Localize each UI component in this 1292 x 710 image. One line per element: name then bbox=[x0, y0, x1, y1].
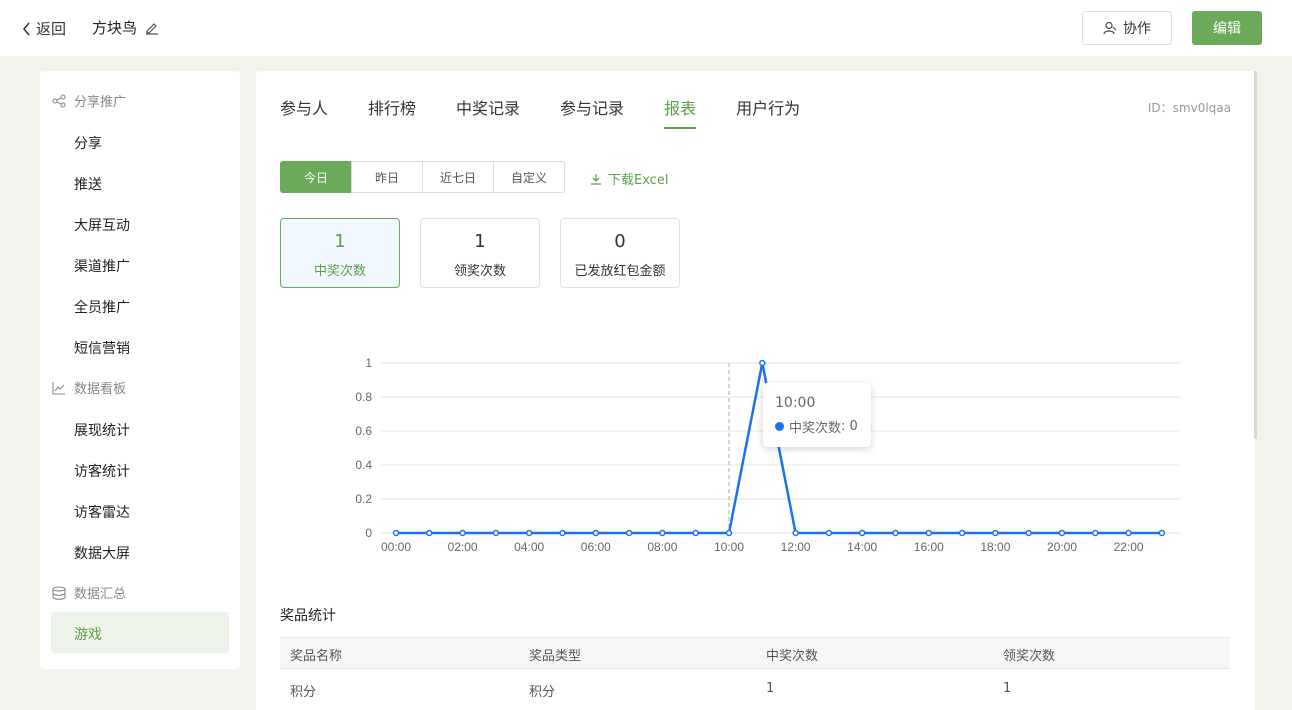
sidebar-item-bigscreen-interact[interactable]: 大屏互动 bbox=[74, 215, 130, 235]
collaborate-button[interactable]: 协作 bbox=[1082, 11, 1172, 45]
col-prize-type: 奖品类型 bbox=[529, 649, 582, 664]
scrollbar[interactable] bbox=[1254, 71, 1257, 439]
sidebar-item-impression-stats[interactable]: 展现统计 bbox=[74, 420, 130, 440]
x-tick-label: 20:00 bbox=[1047, 540, 1077, 554]
table-row: 积分 积分 1 1 bbox=[280, 669, 1230, 709]
data-point bbox=[559, 529, 566, 537]
user-collab-icon bbox=[1103, 21, 1117, 35]
data-point bbox=[625, 529, 633, 537]
tooltip-series: 中奖次数 bbox=[789, 421, 842, 436]
data-point bbox=[692, 529, 699, 537]
data-point bbox=[1092, 529, 1099, 537]
data-point bbox=[825, 529, 833, 537]
sidebar-item-staff[interactable]: 全员推广 bbox=[74, 297, 130, 317]
data-point bbox=[1158, 529, 1166, 537]
sidebar-group-label: 数据汇总 bbox=[74, 587, 127, 602]
tooltip-sep: : bbox=[841, 419, 850, 434]
line-chart-icon bbox=[52, 381, 65, 395]
prize-table: 奖品名称 奖品类型 中奖次数 领奖次数 积分 积分 1 1 bbox=[280, 637, 1230, 709]
y-tick-label: 0 bbox=[365, 526, 372, 540]
cell-claim-count: 1 bbox=[1003, 681, 1012, 696]
sidebar-group-label: 分享推广 bbox=[74, 95, 127, 110]
data-point bbox=[858, 529, 866, 537]
x-tick-label: 08:00 bbox=[647, 540, 677, 554]
main-panel: 参与人 排行榜 中奖记录 参与记录 报表 用户行为 ID：smv0lqaa 今日… bbox=[256, 71, 1255, 710]
x-tick-label: 12:00 bbox=[781, 540, 811, 554]
tooltip-time: 10:00 bbox=[775, 395, 816, 411]
data-point bbox=[892, 529, 899, 537]
sidebar-group-label: 数据看板 bbox=[74, 382, 127, 397]
share-icon bbox=[52, 93, 66, 108]
sidebar-group-summary: 数据汇总 bbox=[52, 583, 126, 602]
data-point bbox=[725, 529, 733, 537]
app-name-text: 方块鸟 bbox=[92, 19, 138, 37]
y-tick-label: 1 bbox=[365, 356, 372, 370]
data-point bbox=[492, 529, 500, 537]
cell-prize-type: 积分 bbox=[529, 685, 556, 700]
sidebar-item-game[interactable]: 游戏 bbox=[51, 612, 229, 653]
x-tick-label: 00:00 bbox=[381, 540, 411, 554]
x-tick-label: 06:00 bbox=[581, 540, 611, 554]
sidebar-item-channel[interactable]: 渠道推广 bbox=[74, 256, 130, 276]
sidebar-item-label: 游戏 bbox=[74, 627, 102, 643]
sidebar-item-data-bigscreen[interactable]: 数据大屏 bbox=[74, 543, 130, 563]
x-tick-label: 14:00 bbox=[847, 540, 877, 554]
chevron-left-icon bbox=[23, 22, 30, 35]
data-point bbox=[592, 529, 600, 537]
y-tick-label: 0.2 bbox=[355, 492, 372, 506]
sidebar-group-share: 分享推广 bbox=[52, 91, 126, 110]
x-tick-label: 02:00 bbox=[448, 540, 478, 554]
data-point bbox=[792, 529, 799, 537]
col-win-count: 中奖次数 bbox=[766, 649, 819, 664]
database-icon bbox=[52, 585, 66, 600]
data-point bbox=[1025, 529, 1032, 537]
x-tick-label: 22:00 bbox=[1114, 540, 1144, 554]
y-tick-label: 0.4 bbox=[355, 458, 372, 472]
sidebar-item-sms[interactable]: 短信营销 bbox=[74, 338, 130, 358]
data-point bbox=[1058, 529, 1066, 537]
x-tick-label: 18:00 bbox=[980, 540, 1010, 554]
sidebar-item-share[interactable]: 分享 bbox=[74, 133, 102, 153]
data-point bbox=[958, 529, 966, 537]
pencil-icon[interactable] bbox=[145, 21, 159, 35]
prize-section-title: 奖品统计 bbox=[280, 608, 336, 624]
sidebar-item-push[interactable]: 推送 bbox=[74, 174, 102, 194]
tooltip-entry: 中奖次数: 0 bbox=[775, 417, 859, 436]
y-tick-label: 0.6 bbox=[355, 424, 372, 438]
data-point bbox=[525, 529, 533, 537]
top-bar: 返回 方块鸟 协作 编辑 bbox=[0, 0, 1292, 56]
tooltip-value: 0 bbox=[849, 419, 858, 434]
series-dot-icon bbox=[775, 422, 784, 431]
line-chart[interactable]: 0 0.2 0.4 0.6 0.8 1 00:00 02:00 04:00 06:00 08:00 1… bbox=[256, 71, 1255, 571]
col-prize-name: 奖品名称 bbox=[290, 649, 343, 664]
data-point bbox=[925, 529, 933, 537]
back-label: 返回 bbox=[36, 20, 67, 38]
collaborate-label: 协作 bbox=[1123, 21, 1151, 37]
edit-button[interactable]: 编辑 bbox=[1192, 11, 1262, 45]
data-point bbox=[992, 529, 999, 537]
data-point bbox=[426, 529, 433, 537]
sidebar-group-dashboard: 数据看板 bbox=[52, 378, 126, 397]
data-point bbox=[459, 529, 466, 537]
chart-tooltip: 10:00 中奖次数: 0 bbox=[763, 383, 871, 447]
app-title: 方块鸟 bbox=[92, 17, 159, 38]
cell-win-count: 1 bbox=[766, 681, 775, 696]
data-point bbox=[759, 359, 766, 367]
y-tick-label: 0.8 bbox=[355, 390, 372, 404]
sidebar: 分享推广 分享 推送 大屏互动 渠道推广 全员推广 短信营销 数据看板 展现统计… bbox=[40, 71, 240, 669]
table-header: 奖品名称 奖品类型 中奖次数 领奖次数 bbox=[280, 637, 1230, 669]
x-tick-label: 10:00 bbox=[714, 540, 744, 554]
col-claim-count: 领奖次数 bbox=[1003, 649, 1056, 664]
data-point bbox=[392, 529, 400, 537]
edit-label: 编辑 bbox=[1213, 21, 1241, 37]
cell-prize-name: 积分 bbox=[290, 685, 317, 700]
x-tick-label: 16:00 bbox=[914, 540, 944, 554]
data-point bbox=[1125, 529, 1132, 537]
sidebar-item-visitor-radar[interactable]: 访客雷达 bbox=[74, 502, 130, 522]
x-tick-label: 04:00 bbox=[514, 540, 544, 554]
sidebar-item-visitor-stats[interactable]: 访客统计 bbox=[74, 461, 130, 481]
back-button[interactable]: 返回 bbox=[22, 18, 66, 39]
data-point bbox=[659, 529, 666, 537]
